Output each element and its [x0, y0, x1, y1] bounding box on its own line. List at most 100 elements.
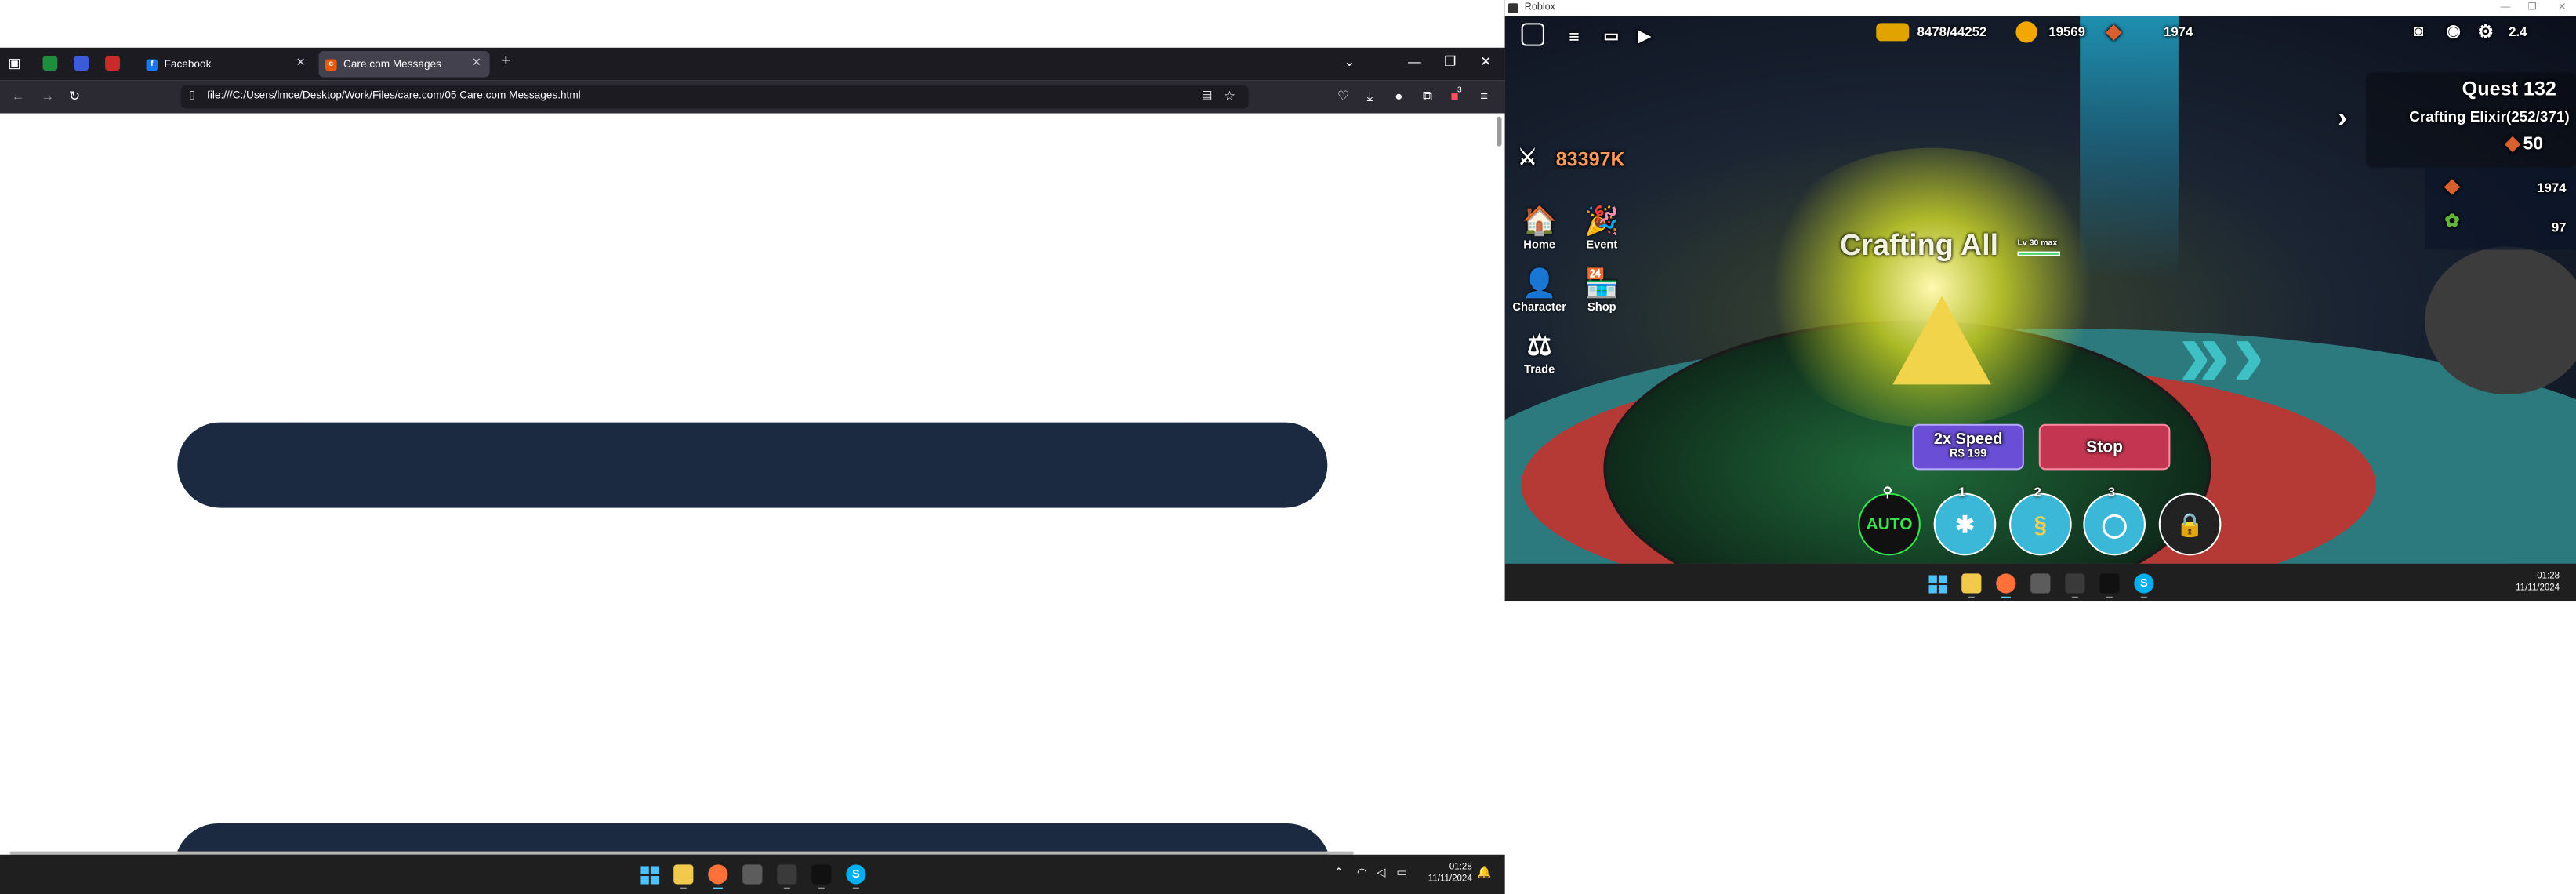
resource-panel: ◆ 1974 ✿ 97	[2425, 167, 2576, 250]
vertical-scrollbar[interactable]	[1497, 116, 1502, 147]
nav-label: Home	[1523, 239, 1556, 252]
maximize-button[interactable]: ❐	[2527, 0, 2536, 16]
url-bar[interactable]: ▯ file:///C:/Users/lmce/Desktop/Work/Fil…	[180, 85, 1249, 109]
waterfall	[2080, 16, 2179, 280]
roblox-icon[interactable]	[2099, 573, 2120, 598]
roblox-window: Roblox — ❐ ✕ ›› › ≡ ▭ ▶ 8478/44252 19569…	[1504, 0, 2576, 602]
gem-icon: ◆	[2505, 131, 2520, 154]
nav-home-button[interactable]: 🏠 Home	[1508, 204, 1571, 252]
nav-event-button[interactable]: 🎉 Event	[1570, 204, 1633, 252]
tab-bar: ▣ f Facebook ✕ c Care.com Messages ✕ + ⌄…	[0, 47, 1505, 81]
auto-label: AUTO	[1866, 515, 1913, 534]
nav-label: Shop	[1587, 302, 1616, 314]
page-content	[0, 113, 1505, 856]
maximize-button[interactable]: ❐	[1444, 54, 1456, 71]
close-window-button[interactable]: ✕	[2558, 0, 2567, 16]
file-explorer-icon[interactable]	[673, 864, 694, 889]
shop-icon: 🏪	[1584, 267, 1620, 300]
wifi-icon[interactable]: ◠	[1357, 866, 1367, 882]
quest-title: Quest 132	[2462, 77, 2556, 100]
pinned-tab-sheets[interactable]	[42, 56, 58, 71]
clock-date: 11/11/2024	[1428, 874, 1472, 885]
url-text: file:///C:/Users/lmce/Desktop/Work/Files…	[207, 90, 581, 102]
navigation-toolbar: ← → ↻ ▯ file:///C:/Users/lmce/Desktop/Wo…	[0, 80, 1505, 114]
reload-icon[interactable]: ↻	[69, 89, 80, 105]
stop-button[interactable]: Stop	[2038, 423, 2171, 471]
speech-icon[interactable]: ◉	[2446, 23, 2460, 41]
settings-gear-icon[interactable]: ⚙	[2477, 21, 2494, 42]
nav-shop-button[interactable]: 🏪 Shop	[1570, 267, 1633, 314]
reader-view-icon[interactable]: ▤	[1202, 85, 1213, 108]
roblox-icon[interactable]	[811, 864, 832, 889]
firefox-icon[interactable]	[1996, 573, 2016, 598]
roblox-studio-icon[interactable]	[777, 864, 797, 889]
taskbar-clock[interactable]: 01:28 11/11/2024	[1410, 863, 1472, 885]
downloads-icon[interactable]: ⤓	[1367, 89, 1373, 105]
tab-care-messages[interactable]: c Care.com Messages ✕	[318, 50, 490, 78]
spiral-icon: §	[2034, 511, 2048, 538]
discord-icon[interactable]: ◙	[2414, 23, 2424, 41]
minimize-button[interactable]: —	[1408, 54, 1421, 71]
skype-icon[interactable]: S	[846, 864, 866, 889]
bookmark-star-icon[interactable]: ☆	[1224, 85, 1235, 108]
skill-slot-3[interactable]: 3 ◯	[2083, 485, 2146, 556]
player-health-bar	[2017, 251, 2061, 256]
notification-bell-icon[interactable]: 🔔	[1477, 866, 1491, 882]
roblox-logo-icon	[1508, 3, 1518, 13]
extensions-icon[interactable]: ⧉	[1423, 89, 1432, 105]
calendar-icon[interactable]	[2030, 573, 2051, 594]
auto-button[interactable]: ⚲ AUTO	[1858, 485, 1921, 556]
level-display: 2.4	[2509, 24, 2527, 40]
pinned-tab-x[interactable]	[74, 56, 89, 71]
firefox-icon[interactable]	[708, 864, 728, 889]
skill-slot-2[interactable]: 2 §	[2009, 485, 2072, 556]
windows-start-icon[interactable]	[639, 864, 659, 884]
extension-badge-count: 3	[1457, 85, 1462, 96]
nav-character-button[interactable]: 👤 Character	[1508, 267, 1571, 314]
crafting-glow	[1751, 147, 2113, 427]
snowflake-icon: ✱	[1955, 510, 1975, 537]
skill-slot-1[interactable]: 1 ✱	[1933, 485, 1997, 556]
tab-facebook[interactable]: f Facebook ✕	[140, 51, 314, 78]
show-hidden-icons-icon[interactable]: ⌃	[1334, 866, 1344, 882]
chat-icon[interactable]: ▭	[1603, 28, 1619, 46]
close-tab-icon[interactable]: ✕	[296, 56, 305, 69]
battery-icon[interactable]: ▭	[1396, 866, 1407, 882]
forward-icon[interactable]: →	[41, 89, 54, 105]
pocket-icon[interactable]: ♡	[1337, 89, 1349, 105]
back-icon[interactable]: ←	[12, 89, 25, 105]
nav-trade-button[interactable]: ⚖ Trade	[1508, 329, 1571, 376]
game-viewport[interactable]: ›› › ≡ ▭ ▶ 8478/44252 19569 ◆ 1974 ◙ ◉ ⚙…	[1504, 16, 2576, 564]
new-tab-button[interactable]: +	[501, 53, 510, 71]
skill-number: 2	[2034, 485, 2041, 500]
close-window-button[interactable]: ✕	[1480, 54, 1491, 71]
quest-next-arrow-icon[interactable]: ›	[2338, 102, 2347, 135]
character-icon: 👤	[1522, 267, 1557, 300]
firefox-view-icon[interactable]: ▣	[8, 56, 20, 72]
account-icon[interactable]: ●	[1395, 89, 1402, 105]
quest-panel: Quest 132 Crafting Elixir(252/371) ◆ 50	[2365, 72, 2576, 168]
hamburger-menu-icon[interactable]: ≡	[1569, 28, 1579, 48]
speed-boost-button[interactable]: 2x Speed R$ 199	[1912, 423, 2024, 471]
menu-icon[interactable]: ≡	[1480, 89, 1488, 105]
coin-icon	[2015, 21, 2037, 43]
roblox-studio-icon[interactable]	[2065, 573, 2085, 598]
close-tab-icon[interactable]: ✕	[472, 56, 481, 69]
quest-reward: 50	[2523, 134, 2544, 154]
clock-time: 01:28	[2537, 572, 2560, 582]
pinned-tab-gmail[interactable]	[105, 56, 120, 71]
minimize-button[interactable]: —	[2501, 0, 2511, 16]
windows-start-icon[interactable]	[1927, 573, 1947, 593]
emote-icon[interactable]: ▶	[1638, 28, 1650, 46]
calendar-icon[interactable]	[742, 864, 763, 885]
skype-icon[interactable]: S	[2134, 573, 2154, 598]
clock-date: 11/11/2024	[2516, 583, 2560, 594]
roblox-menu-icon[interactable]	[1521, 23, 1544, 46]
message-banner	[177, 422, 1328, 508]
list-all-tabs-icon[interactable]: ⌄	[1344, 54, 1355, 71]
volume-icon[interactable]: ◁	[1377, 866, 1385, 882]
xp-counter: 8478/44252	[1917, 24, 1987, 40]
locked-slot[interactable]: 🔒	[2158, 492, 2222, 556]
taskbar-clock[interactable]: 01:28 11/11/2024	[2491, 572, 2560, 594]
file-explorer-icon[interactable]	[1961, 573, 1982, 598]
